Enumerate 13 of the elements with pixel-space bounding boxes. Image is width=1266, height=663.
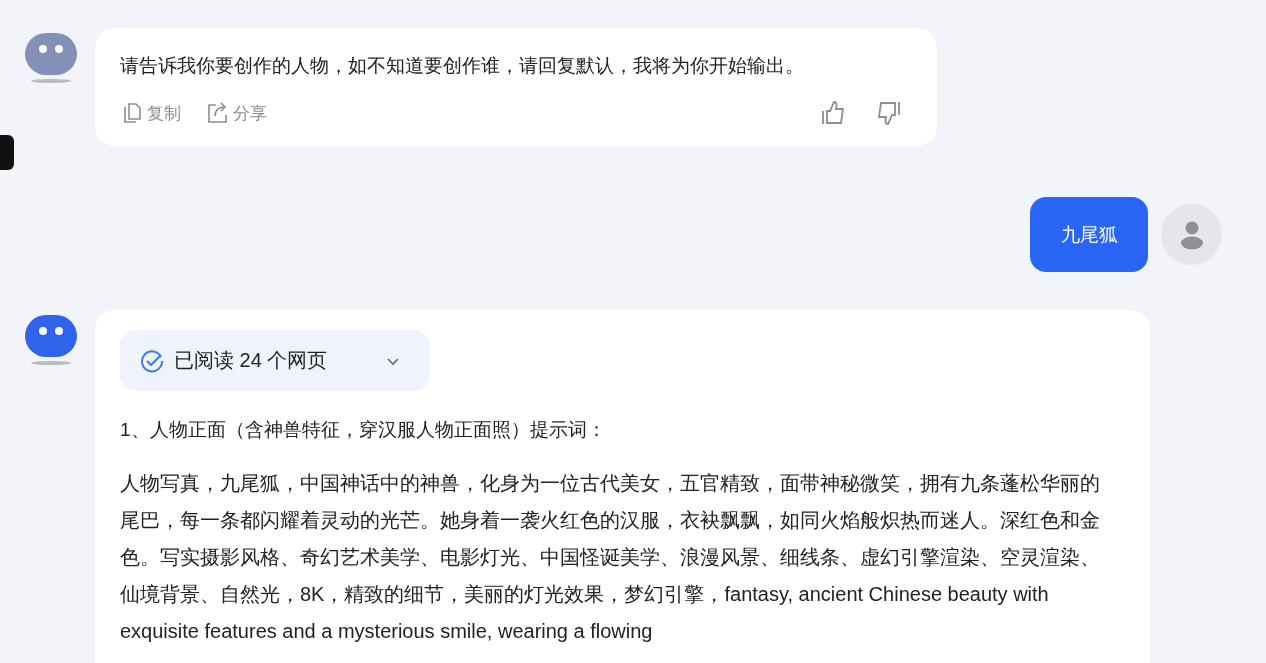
robot-avatar-icon xyxy=(24,32,78,84)
prompt-paragraph: 人物写真，九尾狐，中国神话中的神兽，化身为一位古代美女，五官精致，面带神秘微笑，拥有九条蓬松华丽的尾巴，每一条都闪耀着灵动的光芒。她身着一袭火红色的汉服，衣袂飘飘，如同火焰般炽热而迷人。深红色和金色。写实摄影风格、奇幻艺术美学、电影灯光、中国怪诞美学、浪漫风景、细线条、虚幻引擎渲染、空灵渲染、仙境背景、自然光，8K，精致的细节，美丽的灯光效果，梦幻引擎，fantasy, ancient Chinese beauty with exquisite features and a mysterious smile, wearing a flowing xyxy=(120,471,1101,644)
message-text: 请告诉我你要创作的人物，如不知道要创作谁，请回复默认，我将为你开始输出。 xyxy=(120,54,805,78)
robot-avatar-icon xyxy=(24,314,78,366)
section-heading: 1、人物正面（含神兽特征，穿汉服人物正面照）提示词： xyxy=(120,418,607,442)
copy-button[interactable]: 复制 xyxy=(120,96,184,130)
chevron-down-icon xyxy=(386,355,400,366)
copy-icon xyxy=(123,102,143,124)
share-button[interactable]: 分享 xyxy=(204,96,270,130)
check-circle-icon xyxy=(140,348,164,373)
share-icon xyxy=(207,102,229,124)
sources-dropdown[interactable]: 已阅读 24 个网页 xyxy=(120,330,430,391)
user-message: 九尾狐 xyxy=(1030,197,1148,272)
